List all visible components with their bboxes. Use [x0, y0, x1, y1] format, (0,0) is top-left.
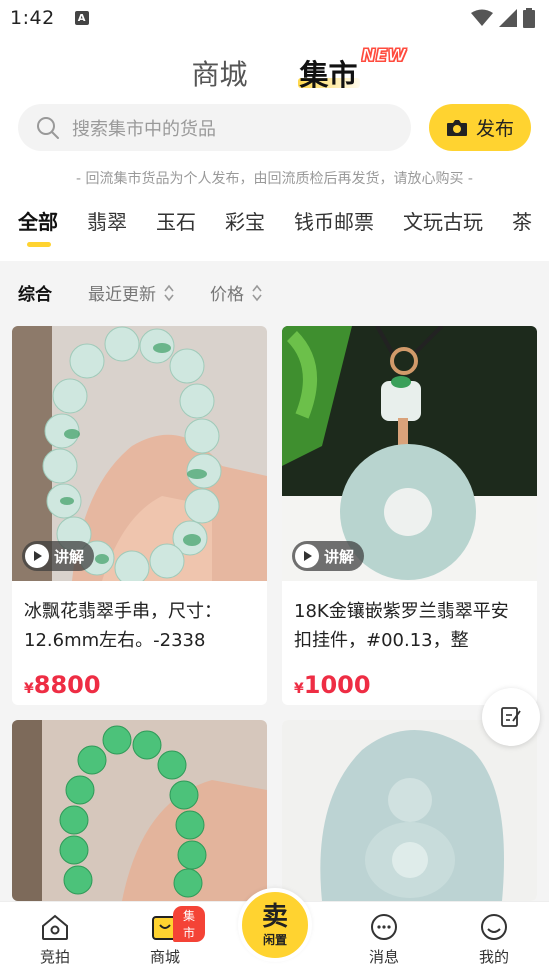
sort-arrows-icon: [252, 284, 262, 301]
notification-a-icon: A: [74, 11, 89, 25]
search-placeholder: 搜索集市中的货品: [72, 118, 216, 140]
play-icon: [25, 544, 49, 568]
publish-button[interactable]: 发布: [429, 104, 531, 151]
tab-market[interactable]: 集市 NEW: [297, 46, 407, 94]
sort-recent-label: 最近更新: [88, 285, 156, 305]
new-badge: NEW: [361, 46, 407, 67]
product-image-buddha[interactable]: [282, 720, 537, 901]
top-tabs: 商城 集市 NEW: [0, 46, 549, 98]
sort-comprehensive[interactable]: 综合: [18, 280, 52, 305]
publish-label: 发布: [475, 118, 514, 140]
nav-mall-label: 商城: [149, 948, 180, 966]
wifi-icon: [471, 9, 493, 26]
sort-price-label: 价格: [210, 285, 244, 305]
tab-mall[interactable]: 商城: [191, 53, 247, 93]
nav-auction[interactable]: 竞拍: [15, 912, 95, 967]
sell-idle-button[interactable]: 卖 闲置: [238, 888, 312, 962]
product-card[interactable]: 讲解 冰飘花翡翠手串，尺寸：12.6mm左右。-2338 ¥8800: [12, 326, 267, 705]
status-bar: 1:42 A: [0, 0, 549, 36]
product-card[interactable]: [12, 720, 267, 901]
battery-icon: [523, 8, 535, 28]
nav-messages[interactable]: 消息: [344, 912, 424, 967]
explain-label: 讲解: [324, 547, 355, 566]
category-all[interactable]: 全部: [18, 206, 58, 256]
product-price: ¥8800: [12, 663, 267, 699]
product-image-pendant[interactable]: 讲解: [282, 326, 537, 581]
tab-market-label: 集市: [299, 58, 358, 92]
category-gems[interactable]: 彩宝: [225, 206, 265, 256]
signal-icon: [499, 9, 517, 27]
camera-icon: [446, 119, 467, 136]
product-title[interactable]: 冰飘花翡翠手串，尺寸：12.6mm左右。-2338: [12, 581, 267, 663]
sort-arrows-icon: [164, 284, 174, 301]
price-currency: ¥: [24, 681, 34, 697]
category-jadeite[interactable]: 翡翠: [87, 206, 127, 256]
explain-label: 讲解: [54, 547, 85, 566]
notice-text: - 回流集市货品为个人发布，由回流质检后再发货，请放心购买 -: [75, 171, 473, 187]
smile-face-icon: [481, 914, 507, 940]
product-card[interactable]: 讲解 18K金镶嵌紫罗兰翡翠平安扣挂件，#00.13，整 ¥1000: [282, 326, 537, 705]
price-currency: ¥: [294, 681, 304, 697]
product-title[interactable]: 18K金镶嵌紫罗兰翡翠平安扣挂件，#00.13，整: [282, 581, 537, 663]
product-image-green-bracelet[interactable]: [12, 720, 267, 901]
status-time: 1:42: [10, 7, 55, 29]
nav-mine[interactable]: 我的: [454, 912, 534, 967]
product-card[interactable]: [282, 720, 537, 901]
market-badge: 集市: [173, 906, 205, 942]
category-antiques[interactable]: 文玩古玩: [403, 206, 483, 256]
nav-messages-label: 消息: [368, 948, 399, 966]
nav-auction-label: 竞拍: [39, 948, 70, 966]
sell-small-label: 闲置: [262, 932, 287, 947]
nav-mall[interactable]: 商城 集市: [125, 906, 205, 967]
explain-badge[interactable]: 讲解: [22, 541, 95, 571]
play-icon: [295, 544, 319, 568]
search-icon: [37, 116, 59, 139]
status-icons: [471, 8, 535, 28]
category-tabs: 全部 翡翠 玉石 彩宝 钱币邮票 文玩古玩 茶: [18, 206, 549, 256]
sell-big-label: 卖: [261, 901, 288, 932]
search-input[interactable]: 搜索集市中的货品: [18, 104, 411, 151]
product-image-bracelet[interactable]: 讲解: [12, 326, 267, 581]
edit-note-icon: [501, 707, 521, 727]
message-icon: [371, 914, 397, 940]
explain-badge[interactable]: 讲解: [292, 541, 365, 571]
price-value: 1000: [303, 671, 371, 699]
price-value: 8800: [33, 671, 101, 699]
category-tea[interactable]: 茶: [512, 206, 532, 256]
home-icon: [42, 914, 68, 940]
category-jade[interactable]: 玉石: [156, 206, 196, 256]
sort-bar: 综合 最近更新 价格: [18, 280, 262, 305]
sort-price[interactable]: 价格: [210, 280, 262, 305]
edit-fab-button[interactable]: [482, 688, 540, 746]
category-coins-stamps[interactable]: 钱币邮票: [294, 206, 374, 256]
bottom-nav: 竞拍 商城 集市 卖 闲置 消息 我的: [0, 888, 549, 977]
nav-mine-label: 我的: [478, 948, 509, 966]
sort-recent[interactable]: 最近更新: [88, 280, 174, 305]
